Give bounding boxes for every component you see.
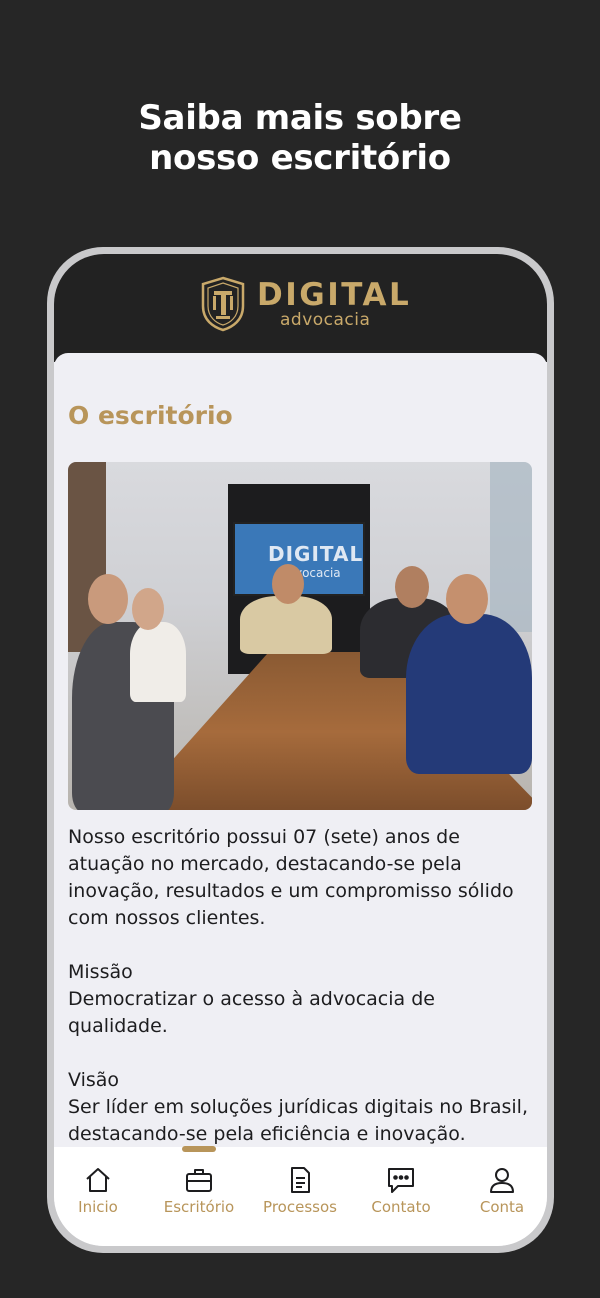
- office-description: Nosso escritório possui 07 (sete) anos d…: [68, 824, 538, 1147]
- tab-conta[interactable]: Conta: [453, 1165, 547, 1225]
- logo-title: DIGITAL: [257, 277, 412, 313]
- promo-headline: Saiba mais sobre nosso escritório: [0, 98, 600, 178]
- photo-person-3: [240, 596, 332, 654]
- app-header: DIGITAL advocacia: [54, 254, 547, 362]
- tab-processos[interactable]: Processos: [251, 1165, 349, 1225]
- photo-wood-wall: [68, 462, 106, 652]
- tab-contato-label: Contato: [371, 1198, 431, 1216]
- photo-person-5: [406, 614, 532, 774]
- photo-person-3-head: [272, 564, 304, 604]
- page-title: O escritório: [68, 401, 233, 430]
- office-team-photo: DIGITAL advocacia: [68, 462, 532, 810]
- vision-heading: Visão: [68, 1069, 120, 1091]
- tab-inicio-label: Inicio: [78, 1198, 118, 1216]
- tab-conta-label: Conta: [479, 1198, 525, 1216]
- photo-screen-logo-text: DIGITAL: [268, 542, 364, 566]
- photo-window: [490, 462, 532, 632]
- promo-headline-line1: Saiba mais sobre: [138, 98, 462, 138]
- home-icon: [86, 1168, 110, 1192]
- photo-person-4-head: [395, 566, 429, 608]
- tab-escritorio-label: Escritório: [163, 1198, 235, 1216]
- phone-frame: DIGITAL advocacia O escritório DIGITAL a…: [47, 247, 554, 1253]
- bottom-tab-bar: Inicio Escritório Processos Contato Cont…: [54, 1146, 547, 1246]
- mission-text: Democratizar o acesso à advocacia de qua…: [68, 988, 435, 1037]
- tab-inicio[interactable]: Inicio: [54, 1165, 147, 1225]
- tab-processos-label: Processos: [263, 1198, 337, 1216]
- shield-logo-icon: [201, 276, 245, 332]
- chat-icon: [388, 1168, 414, 1193]
- main-content[interactable]: O escritório DIGITAL advocacia Nosso esc…: [54, 353, 547, 1147]
- photo-person-5-head: [446, 574, 488, 624]
- phone-screen: DIGITAL advocacia O escritório DIGITAL a…: [54, 254, 547, 1246]
- promo-headline-line2: nosso escritório: [149, 138, 451, 178]
- tab-escritorio[interactable]: Escritório: [150, 1165, 248, 1225]
- active-tab-indicator: [182, 1146, 216, 1152]
- document-icon: [291, 1167, 310, 1193]
- tab-contato[interactable]: Contato: [352, 1165, 450, 1225]
- vision-text: Ser líder em soluções jurídicas digitais…: [68, 1096, 528, 1145]
- mission-heading: Missão: [68, 961, 133, 983]
- briefcase-icon: [186, 1169, 212, 1192]
- photo-person-2-head: [132, 588, 164, 630]
- description-intro: Nosso escritório possui 07 (sete) anos d…: [68, 826, 514, 929]
- logo-subtitle: advocacia: [280, 310, 371, 330]
- photo-person-1-head: [88, 574, 128, 624]
- user-icon: [490, 1168, 514, 1193]
- photo-person-2: [130, 622, 186, 702]
- logo: DIGITAL advocacia: [200, 276, 410, 336]
